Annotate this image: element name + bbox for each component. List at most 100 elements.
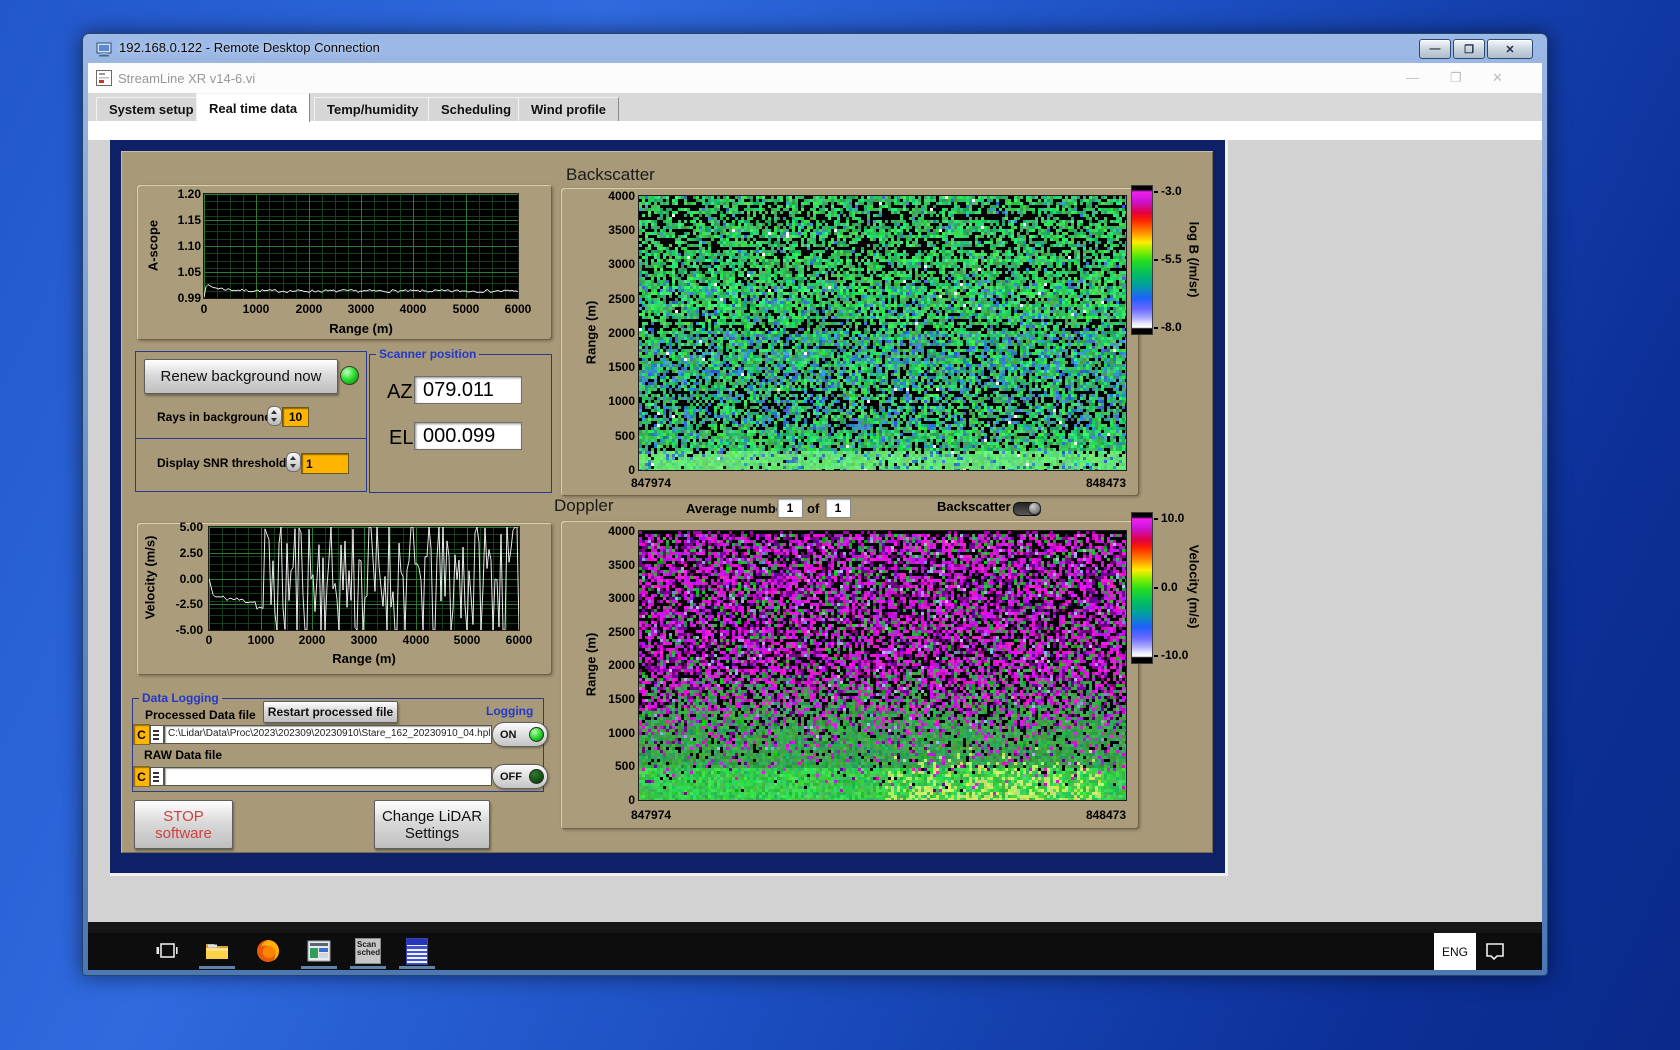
scan-scheduler-icon[interactable]: Scan sched (344, 938, 392, 964)
tab-scheduling[interactable]: Scheduling (428, 97, 525, 121)
rdp-minimize-button[interactable]: — (1419, 39, 1451, 59)
rdp-titlebar[interactable]: 192.168.0.122 - Remote Desktop Connectio… (83, 34, 1547, 63)
vel-xtick: 6000 (505, 633, 533, 647)
of-label: of (807, 501, 820, 516)
dop-xend: 848473 (1085, 808, 1126, 822)
language-indicator[interactable]: ENG (1434, 933, 1476, 970)
rdp-close-button[interactable]: ✕ (1487, 39, 1533, 59)
task-view-icon[interactable] (143, 938, 191, 964)
dop-cbar-tick: 10.0 (1154, 511, 1184, 525)
stop-software-button[interactable]: STOP software (134, 800, 233, 849)
velocity-xlabel: Range (m) (332, 651, 396, 666)
app-minimize-icon[interactable]: — (1406, 70, 1419, 85)
data-logging-title: Data Logging (139, 691, 222, 705)
doppler-plot (638, 530, 1127, 801)
raw-logging-off-button[interactable]: OFF (492, 764, 548, 789)
file-explorer-icon[interactable] (193, 938, 241, 964)
snr-threshold-label: Display SNR threshold (157, 456, 287, 470)
az-label: AZ (387, 381, 413, 403)
stop-line2: software (155, 824, 212, 842)
dop-ytick: 500 (614, 759, 635, 773)
snr-spinner[interactable] (286, 452, 301, 472)
bsc-ytick: 2000 (608, 326, 635, 340)
app-window: StreamLine XR v14-6.vi — ❐ ✕ System setu… (88, 63, 1542, 923)
ascope-xtick: 5000 (452, 302, 480, 316)
backscatter-toggle[interactable] (1013, 502, 1041, 516)
scanner-position-title: Scanner position (376, 347, 480, 361)
bsc-cbar-label: log B (/m/sr) (1186, 221, 1202, 298)
ascope-xtick: 3000 (347, 302, 375, 316)
processed-data-file-label: Processed Data file (145, 708, 256, 722)
bsc-xend: 848473 (1085, 476, 1126, 490)
bsc-ytick: 0 (628, 463, 635, 477)
bsc-ytick: 3000 (608, 257, 635, 271)
vel-ytick: 5.00 (179, 520, 203, 534)
tab-wind-profile[interactable]: Wind profile (518, 97, 619, 121)
ascope-plot (203, 193, 519, 299)
content-top-strip (88, 121, 1542, 140)
dop-cbar-label: Velocity (m/s) (1186, 544, 1202, 629)
app-title: StreamLine XR v14-6.vi (118, 71, 256, 86)
navy-frame: A-scope 1.20 1.15 1.10 1.05 0.99 0 1000 … (110, 140, 1225, 873)
processed-path-field[interactable]: C:\Lidar\Data\Proc\2023\202309\20230910\… (164, 725, 492, 744)
restart-processed-file-button[interactable]: Restart processed file (263, 701, 398, 723)
average-number-value[interactable]: 1 (777, 498, 803, 518)
velocity-graph: Velocity (m/s) 5.00 2.50 0.00 -2.50 -5.0… (137, 520, 552, 675)
dop-ytick: 3000 (608, 591, 635, 605)
ascope-xtick: 1000 (242, 302, 270, 316)
vel-xtick: 4000 (402, 633, 430, 647)
raw-browse-icon[interactable] (150, 767, 164, 786)
dop-ytick: 0 (628, 793, 635, 807)
bsc-ytick: 500 (614, 429, 635, 443)
dop-ytick: 1000 (608, 726, 635, 740)
off-label: OFF (500, 770, 522, 783)
tab-temp-humidity[interactable]: Temp/humidity (314, 97, 432, 121)
processed-browse-icon[interactable] (150, 725, 164, 744)
backscatter-plot (638, 195, 1127, 471)
open-app-indicator (301, 966, 337, 969)
vel-xtick: 1000 (247, 633, 275, 647)
raw-data-file-label: RAW Data file (144, 748, 223, 762)
app-restore-icon[interactable]: ❐ (1450, 70, 1462, 86)
change-line1: Change LiDAR (381, 807, 483, 825)
ascope-xlabel: Range (m) (329, 321, 393, 336)
ascope-ytick: 1.10 (177, 239, 201, 253)
open-app-indicator (350, 966, 386, 969)
remote-taskbar: Scan sched ENG (88, 933, 1542, 970)
vel-xtick: 2000 (298, 633, 326, 647)
open-app-indicator (399, 966, 435, 969)
app-window-icon[interactable] (295, 938, 343, 964)
raw-path-field[interactable] (164, 767, 492, 786)
remote-desktop-strip (88, 922, 1542, 933)
bsc-xstart: 847974 (631, 476, 672, 490)
scan-icon-text2: sched (357, 948, 381, 957)
firefox-icon[interactable] (244, 938, 292, 964)
tab-system-setup[interactable]: System setup (96, 97, 207, 121)
open-app-indicator (199, 966, 235, 969)
vi-app-icon (96, 70, 112, 86)
renew-background-button[interactable]: Renew background now (144, 359, 338, 394)
bsc-ytick: 3500 (608, 223, 635, 237)
processed-logging-on-button[interactable]: ON (492, 722, 548, 747)
desktop: 192.168.0.122 - Remote Desktop Connectio… (0, 0, 1680, 1050)
doppler-graph: Range (m) 4000 3500 3000 2500 2000 1500 … (561, 521, 1139, 829)
processed-drive-box[interactable]: C (133, 724, 150, 745)
app-titlebar[interactable]: StreamLine XR v14-6.vi — ❐ ✕ (88, 63, 1542, 94)
ascope-xtick: 2000 (295, 302, 323, 316)
dop-ytick: 4000 (608, 524, 635, 538)
snr-value[interactable]: 1 (301, 453, 349, 474)
rdp-maximize-button[interactable]: ❐ (1453, 39, 1485, 59)
notification-icon[interactable] (1478, 938, 1512, 964)
rays-spinner[interactable] (267, 406, 282, 426)
vel-ytick: 0.00 (179, 572, 203, 586)
schedule-doc-icon[interactable] (393, 937, 441, 965)
vel-ytick: 2.50 (179, 546, 203, 560)
raw-drive-box[interactable]: C (133, 766, 150, 787)
backscatter-title: Backscatter (566, 165, 655, 184)
rays-value[interactable]: 10 (282, 407, 309, 427)
change-lidar-settings-button[interactable]: Change LiDAR Settings (374, 800, 490, 849)
doppler-colorbar (1131, 512, 1153, 664)
tab-real-time-data[interactable]: Real time data (196, 93, 311, 122)
app-close-icon[interactable]: ✕ (1492, 70, 1503, 86)
average-total-value[interactable]: 1 (825, 498, 851, 518)
